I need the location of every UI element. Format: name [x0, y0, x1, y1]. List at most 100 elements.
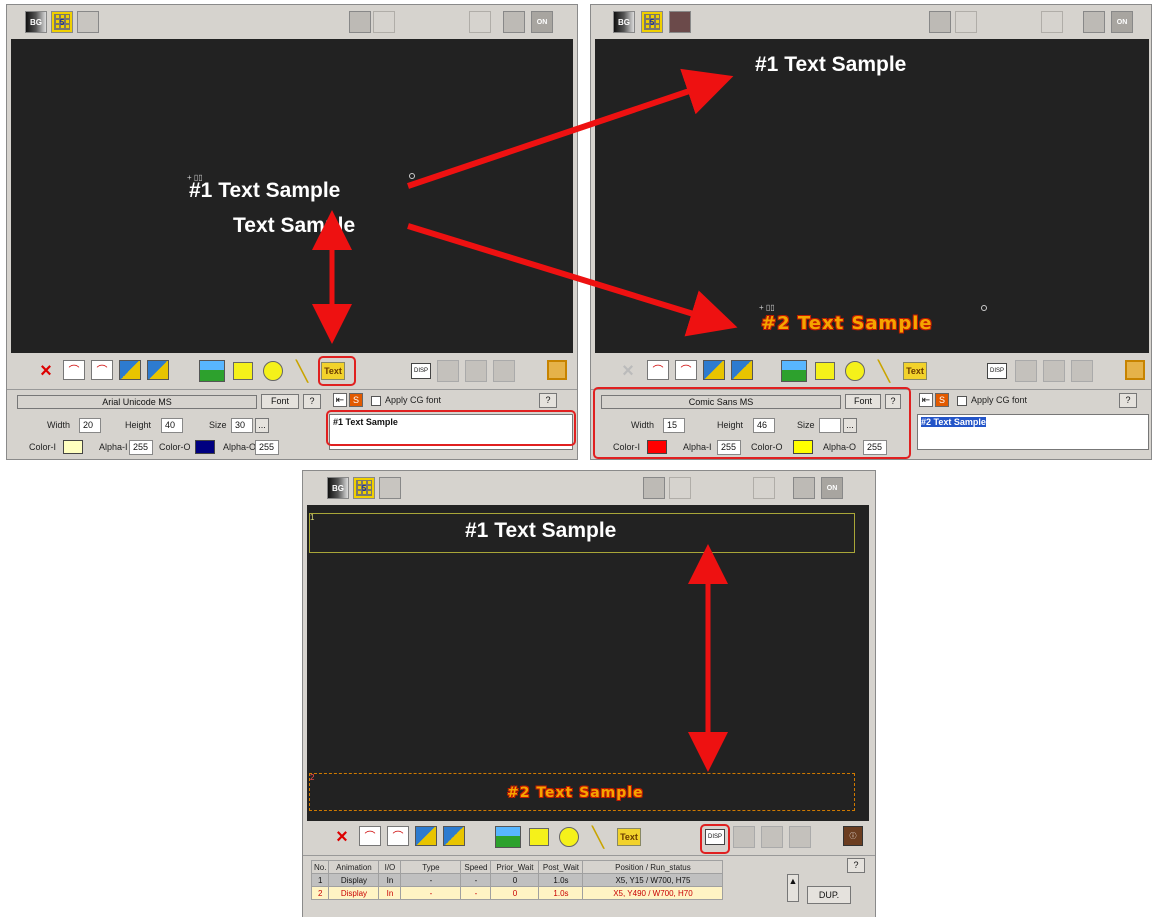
color-i-swatch[interactable] [63, 440, 83, 454]
editor-help-button[interactable]: ? [1119, 393, 1137, 408]
palette-icon[interactable] [415, 826, 437, 846]
canvas-text-2[interactable]: #2 Text Sample [761, 313, 933, 334]
move-icon[interactable] [1015, 360, 1037, 382]
on-button[interactable]: ON [1111, 11, 1133, 33]
cg-icon[interactable]: S [935, 393, 949, 407]
cg-icon[interactable]: S [349, 393, 363, 407]
preview-button[interactable] [793, 477, 815, 499]
bg-button[interactable]: BG [25, 11, 47, 33]
ellipse-icon[interactable] [559, 827, 579, 847]
list-help-button[interactable]: ? [847, 858, 865, 873]
ellipse-icon[interactable] [845, 361, 865, 381]
layers-icon[interactable] [731, 360, 753, 380]
preview-button[interactable] [503, 11, 525, 33]
arc-in-icon[interactable]: ⌒ [647, 360, 669, 380]
grid-button[interactable]: 5 [51, 11, 73, 33]
canvas-text-1[interactable]: #1 Text Sample [465, 519, 616, 543]
image-icon[interactable] [781, 360, 807, 382]
on-button[interactable]: ON [531, 11, 553, 33]
arc-in-icon[interactable]: ⌒ [359, 826, 381, 846]
rectangle-icon[interactable] [529, 828, 549, 846]
apply-cg-font-checkbox[interactable] [957, 396, 967, 406]
move-icon[interactable] [733, 826, 755, 848]
table-row[interactable]: 2 Display In - - 0 1.0s X5, Y490 / W700,… [310, 886, 724, 900]
flip-icon[interactable] [493, 360, 515, 382]
bg-button[interactable]: BG [613, 11, 635, 33]
grid-button[interactable]: 5 [641, 11, 663, 33]
delete-icon[interactable]: × [35, 360, 57, 382]
list-view-button[interactable] [669, 477, 691, 499]
preview-canvas[interactable]: + ▯▯ #1 Text Sample Text Sample [11, 39, 573, 353]
print-button[interactable] [469, 11, 491, 33]
canvas-text-2[interactable]: #2 Text Sample [507, 785, 644, 801]
line-icon[interactable]: ╲ [873, 360, 895, 383]
exit-icon[interactable]: ⓘ [843, 826, 863, 846]
import-icon[interactable]: ⇤ [333, 393, 347, 407]
view-button[interactable] [643, 477, 665, 499]
push-icon[interactable] [1043, 360, 1065, 382]
delete-icon[interactable]: × [617, 360, 639, 382]
height-input[interactable]: 40 [161, 418, 183, 433]
alpha-i-input[interactable]: 255 [129, 440, 153, 455]
frame-icon[interactable] [1125, 360, 1145, 380]
rectangle-icon[interactable] [233, 362, 253, 380]
animation-table[interactable]: No. Animation I/O Type Speed Prior_Wait … [310, 860, 724, 900]
grid-button[interactable]: 5 [353, 477, 375, 499]
rectangle-icon[interactable] [815, 362, 835, 380]
font-button[interactable]: Font [261, 394, 299, 409]
resize-handle-icon[interactable] [981, 305, 987, 311]
size-picker-button[interactable]: ... [255, 418, 269, 433]
color-o-swatch[interactable] [195, 440, 215, 454]
preview-canvas[interactable]: 1 #1 Text Sample 2 #2 Text Sample [307, 505, 869, 821]
canvas-text-2[interactable]: Text Sample [233, 214, 355, 238]
push-icon[interactable] [465, 360, 487, 382]
selected-text[interactable]: #2 Text Sample [921, 417, 986, 427]
print-button[interactable] [753, 477, 775, 499]
push-icon[interactable] [761, 826, 783, 848]
palette-icon[interactable] [119, 360, 141, 380]
layer-button[interactable] [77, 11, 99, 33]
resize-handle-icon[interactable] [409, 173, 415, 179]
move-icon[interactable] [437, 360, 459, 382]
flip-icon[interactable] [789, 826, 811, 848]
arc-out-icon[interactable]: ⌒ [91, 360, 113, 380]
image-icon[interactable] [495, 826, 521, 848]
display-icon[interactable]: DISP [987, 363, 1007, 379]
delete-icon[interactable]: × [331, 826, 353, 848]
on-button[interactable]: ON [821, 477, 843, 499]
image-icon[interactable] [199, 360, 225, 382]
bg-button[interactable]: BG [327, 477, 349, 499]
text-editor[interactable]: #2 Text Sample [917, 414, 1149, 450]
editor-help-button[interactable]: ? [539, 393, 557, 408]
print-button[interactable] [1041, 11, 1063, 33]
frame-icon[interactable] [547, 360, 567, 380]
dup-button[interactable]: DUP. [807, 886, 851, 904]
text-tool-icon[interactable]: Text [617, 828, 641, 846]
layers-icon[interactable] [147, 360, 169, 380]
ellipse-icon[interactable] [263, 361, 283, 381]
arc-out-icon[interactable]: ⌒ [387, 826, 409, 846]
list-view-button[interactable] [373, 11, 395, 33]
import-icon[interactable]: ⇤ [919, 393, 933, 407]
display-icon[interactable]: DISP [411, 363, 431, 379]
palette-icon[interactable] [703, 360, 725, 380]
line-icon[interactable]: ╲ [291, 360, 313, 383]
view-button[interactable] [349, 11, 371, 33]
help-button[interactable]: ? [303, 394, 321, 409]
move-handle-icon[interactable]: + ▯▯ [759, 303, 775, 312]
size-input[interactable]: 30 [231, 418, 253, 433]
line-icon[interactable]: ╲ [587, 826, 609, 849]
flip-icon[interactable] [1071, 360, 1093, 382]
list-view-button[interactable] [955, 11, 977, 33]
arc-in-icon[interactable]: ⌒ [63, 360, 85, 380]
arc-out-icon[interactable]: ⌒ [675, 360, 697, 380]
width-input[interactable]: 20 [79, 418, 101, 433]
preview-button[interactable] [1083, 11, 1105, 33]
canvas-text-1[interactable]: #1 Text Sample [755, 53, 906, 77]
layers-icon[interactable] [443, 826, 465, 846]
layer-button[interactable] [379, 477, 401, 499]
preview-canvas[interactable]: #1 Text Sample + ▯▯ #2 Text Sample [595, 39, 1149, 353]
view-button[interactable] [929, 11, 951, 33]
table-row[interactable]: 1 Display In - - 0 1.0s X5, Y15 / W700, … [310, 873, 724, 887]
apply-cg-font-checkbox[interactable] [371, 396, 381, 406]
